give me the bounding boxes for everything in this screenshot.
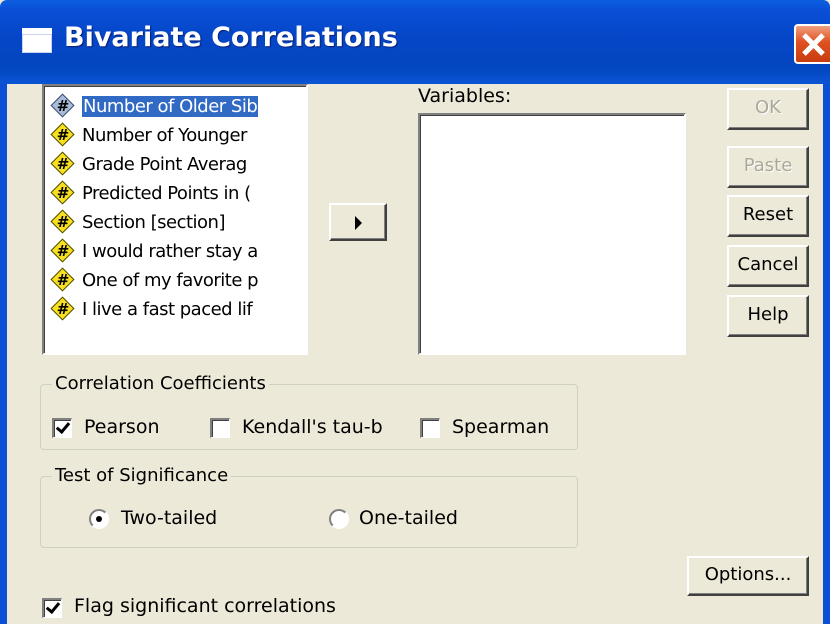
title-bar[interactable]: Bivariate Correlations bbox=[0, 0, 830, 84]
scale-variable-icon: # bbox=[50, 267, 76, 293]
variables-list[interactable] bbox=[418, 113, 686, 355]
list-item[interactable]: # Number of Younger bbox=[50, 121, 247, 149]
list-item[interactable]: # Predicted Points in ( bbox=[50, 179, 251, 207]
one-tailed-label[interactable]: One-tailed bbox=[359, 507, 458, 529]
list-item-label: Section [section] bbox=[82, 211, 225, 233]
scale-variable-icon: # bbox=[50, 180, 76, 206]
list-item[interactable]: # One of my favorite p bbox=[50, 266, 259, 294]
scale-variable-icon: # bbox=[50, 93, 76, 119]
list-item[interactable]: # I live a fast paced lif bbox=[50, 295, 253, 323]
scale-variable-icon: # bbox=[50, 209, 76, 235]
list-item-label: Predicted Points in ( bbox=[82, 182, 251, 204]
spearman-label[interactable]: Spearman bbox=[452, 416, 549, 438]
list-item[interactable]: # Grade Point Averag bbox=[50, 150, 247, 178]
reset-button[interactable]: Reset bbox=[727, 195, 809, 237]
scale-variable-icon: # bbox=[50, 238, 76, 264]
scale-variable-icon: # bbox=[50, 296, 76, 322]
list-item-label: Number of Older Sib bbox=[80, 94, 260, 118]
pearson-checkbox[interactable] bbox=[52, 418, 72, 438]
list-item-label: I would rather stay a bbox=[82, 240, 258, 262]
source-variable-list[interactable]: # Number of Older Sib # Number of Younge… bbox=[42, 84, 308, 355]
test-of-significance-title: Test of Significance bbox=[52, 465, 232, 486]
spearman-checkbox[interactable] bbox=[420, 418, 440, 438]
list-item[interactable]: # I would rather stay a bbox=[50, 237, 258, 265]
paste-button[interactable]: Paste bbox=[727, 146, 809, 188]
one-tailed-radio[interactable] bbox=[329, 509, 349, 529]
flag-significant-checkbox[interactable] bbox=[42, 598, 62, 618]
correlation-coefficients-title: Correlation Coefficients bbox=[52, 373, 269, 394]
two-tailed-radio[interactable] bbox=[89, 509, 109, 529]
list-item-label: Grade Point Averag bbox=[82, 153, 247, 175]
close-button[interactable] bbox=[794, 24, 830, 64]
kendall-label[interactable]: Kendall's tau-b bbox=[242, 416, 383, 438]
flag-significant-label[interactable]: Flag significant correlations bbox=[74, 595, 336, 617]
options-button[interactable]: Options... bbox=[687, 556, 809, 596]
list-item-label: One of my favorite p bbox=[82, 269, 259, 291]
scale-variable-icon: # bbox=[50, 122, 76, 148]
two-tailed-label[interactable]: Two-tailed bbox=[121, 507, 217, 529]
list-item[interactable]: # Section [section] bbox=[50, 208, 225, 236]
ok-button[interactable]: OK bbox=[727, 88, 809, 130]
cancel-button[interactable]: Cancel bbox=[727, 245, 809, 287]
variables-label: Variables: bbox=[418, 85, 512, 107]
scale-variable-icon: # bbox=[50, 151, 76, 177]
move-to-variables-button[interactable] bbox=[329, 203, 387, 241]
help-button[interactable]: Help bbox=[727, 295, 809, 337]
kendall-checkbox[interactable] bbox=[210, 418, 230, 438]
list-item-label: I live a fast paced lif bbox=[82, 298, 253, 320]
list-item[interactable]: # Number of Older Sib bbox=[50, 92, 260, 120]
window-icon bbox=[22, 28, 52, 53]
window-title: Bivariate Correlations bbox=[64, 22, 398, 53]
list-item-label: Number of Younger bbox=[82, 124, 247, 146]
window-frame-left bbox=[0, 84, 7, 624]
window-frame-right bbox=[823, 84, 830, 624]
pearson-label[interactable]: Pearson bbox=[84, 416, 160, 438]
arrow-right-icon bbox=[355, 216, 362, 230]
